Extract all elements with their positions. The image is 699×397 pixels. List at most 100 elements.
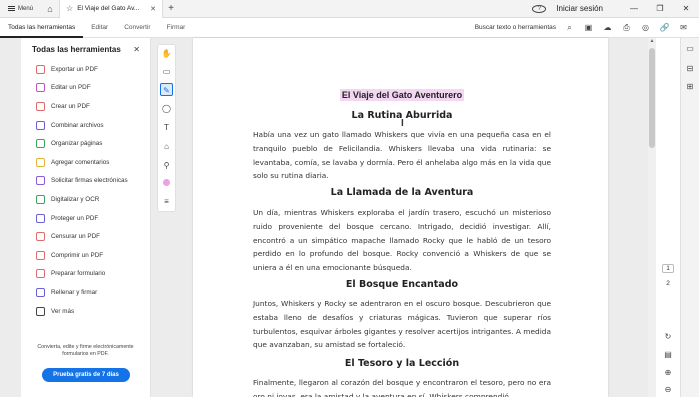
tool-label: Rellenar y firmar <box>51 288 98 296</box>
email-icon[interactable]: ✉ <box>674 23 693 32</box>
thumbnails-icon[interactable]: ⊞ <box>685 82 695 92</box>
tool-item[interactable]: Preparar formulario <box>21 265 150 284</box>
tool-icon <box>36 306 45 316</box>
hand-icon[interactable]: ✋ <box>160 47 173 60</box>
minimize-icon[interactable]: — <box>621 4 647 13</box>
color-picker-icon[interactable] <box>160 177 173 190</box>
search-icon[interactable]: ⌕ <box>560 23 579 33</box>
section-heading: El Bosque Encantado <box>345 279 459 290</box>
hamburger-icon <box>8 6 15 11</box>
tool-label: Censurar un PDF <box>51 233 100 241</box>
page-number-current[interactable]: 1 <box>662 264 674 273</box>
tab-firmar[interactable]: Firmar <box>159 18 194 38</box>
rotate-icon[interactable]: ↻ <box>663 332 673 342</box>
tool-item[interactable]: Ver más <box>21 302 150 321</box>
signin-link[interactable]: Iniciar sesión <box>556 4 603 13</box>
zoom-in-icon[interactable]: ⊕ <box>663 368 673 378</box>
vertical-scrollbar[interactable] <box>648 38 656 397</box>
tool-item[interactable]: Rellenar y firmar <box>21 283 150 302</box>
tool-icon <box>36 83 45 93</box>
home-icon[interactable]: ⌂ <box>41 0 59 18</box>
tool-icon <box>36 269 45 279</box>
scroll-up-icon[interactable]: ▲ <box>648 38 656 45</box>
tool-label: Comprimir un PDF <box>51 251 104 259</box>
tool-icon <box>36 194 45 204</box>
tool-item[interactable]: Editar un PDF <box>21 79 150 98</box>
tool-label: Digitalizar y OCR <box>51 195 100 203</box>
pin-icon[interactable]: ⚲ <box>160 159 173 172</box>
stamp-icon[interactable]: ⌂ <box>160 140 173 153</box>
tool-label: Organizar páginas <box>51 140 103 148</box>
tool-item[interactable]: Exportar un PDF <box>21 60 150 79</box>
section-paragraph: Un día, mientras Whiskers exploraba el j… <box>253 208 551 273</box>
panel-title: Todas las herramientas <box>32 45 121 54</box>
tool-icon <box>36 64 45 74</box>
close-tab-icon[interactable]: ✕ <box>150 5 156 13</box>
tool-item[interactable]: Proteger un PDF <box>21 209 150 228</box>
tool-item[interactable]: Digitalizar y OCR <box>21 190 150 209</box>
tool-icon <box>36 139 45 149</box>
tool-label: Agregar comentarios <box>51 158 110 166</box>
section-heading: La Llamada de la Aventura <box>330 187 474 198</box>
help-icon[interactable]: ? <box>532 4 547 13</box>
close-panel-icon[interactable]: ✕ <box>133 45 140 54</box>
comments-panel-icon[interactable]: ▭ <box>685 44 695 54</box>
tool-label: Combinar archivos <box>51 121 104 129</box>
tool-icon <box>36 213 45 223</box>
tool-item[interactable]: Solicitar firmas electrónicas <box>21 172 150 191</box>
tool-label: Preparar formulario <box>51 270 106 278</box>
section-heading: El Tesoro y la Lección <box>344 358 460 369</box>
right-rail: 1 2 ↻ ▤ ⊕ ⊖ <box>656 38 680 397</box>
tool-icon <box>36 232 45 242</box>
section-paragraph: Finalmente, llegaron al corazón del bosq… <box>253 378 551 397</box>
tool-label: Crear un PDF <box>51 102 90 110</box>
upload-icon[interactable]: ☁ <box>598 23 617 32</box>
tab-title: El Viaje del Gato Av... <box>77 5 140 12</box>
print-icon[interactable]: ⎙ <box>617 23 636 33</box>
scrollbar-thumb[interactable] <box>649 48 655 148</box>
toolbar: Todas las herramientas Editar Convertir … <box>0 18 699 38</box>
tool-item[interactable]: Comprimir un PDF <box>21 246 150 265</box>
menu-button[interactable]: Menú <box>0 0 41 18</box>
tab-convertir[interactable]: Convertir <box>116 18 158 38</box>
search-tools-label[interactable]: Buscar texto o herramientas <box>475 24 556 31</box>
tool-item[interactable]: Censurar un PDF <box>21 227 150 246</box>
link-icon[interactable]: 🔗 <box>655 23 674 32</box>
tool-label: Editar un PDF <box>51 84 91 92</box>
menu-label: Menú <box>18 5 34 12</box>
tab-editar[interactable]: Editar <box>83 18 116 38</box>
panel-footer-text: Convierta, edite y firme electrónicament… <box>37 344 134 357</box>
ai-assistant-icon[interactable]: ◎ <box>636 23 655 32</box>
line-weight-icon[interactable]: ≡ <box>160 195 173 208</box>
document-tab[interactable]: ☆ El Viaje del Gato Av... ✕ <box>59 0 164 18</box>
page-number-next[interactable]: 2 <box>662 280 674 287</box>
tool-icon <box>36 287 45 297</box>
tool-item[interactable]: Crear un PDF <box>21 97 150 116</box>
free-trial-button[interactable]: Prueba gratis de 7 días <box>42 368 130 382</box>
tool-label: Proteger un PDF <box>51 214 99 222</box>
tab-todas-herramientas[interactable]: Todas las herramientas <box>0 18 84 38</box>
new-tab-icon[interactable]: + <box>163 3 179 14</box>
section-paragraph: Juntos, Whiskers y Rocky se adentraron e… <box>253 299 551 350</box>
comment-icon[interactable]: ▭ <box>160 65 173 78</box>
star-icon[interactable]: ☆ <box>66 4 73 13</box>
tool-icon <box>36 101 45 111</box>
title-bar: Menú ⌂ ☆ El Viaje del Gato Av... ✕ + ? I… <box>0 0 699 18</box>
lasso-icon[interactable]: ◯ <box>160 102 173 115</box>
tool-item[interactable]: Organizar páginas <box>21 134 150 153</box>
section-paragraph: Había una vez un gato llamado Whiskers q… <box>253 130 551 181</box>
tool-item[interactable]: Combinar archivos <box>21 116 150 135</box>
annotation-toolbar: ✋ ▭ ✎ ◯ T ⌂ ⚲ ≡ <box>157 44 176 212</box>
close-window-icon[interactable]: ✕ <box>673 4 699 13</box>
document-page: El Viaje del Gato Aventurero La Rutina A… <box>193 38 608 397</box>
text-box-icon[interactable]: T <box>160 121 173 134</box>
save-icon[interactable]: ▣ <box>579 23 598 32</box>
pen-icon[interactable]: ✎ <box>160 83 173 96</box>
extract-page-icon[interactable]: ▤ <box>663 350 673 360</box>
tools-panel: Todas las herramientas ✕ Exportar un PDF… <box>21 38 151 397</box>
maximize-icon[interactable]: ❐ <box>647 4 673 13</box>
tool-icon <box>36 157 45 167</box>
bookmark-icon[interactable]: ⊟ <box>685 64 695 74</box>
tool-item[interactable]: Agregar comentarios <box>21 153 150 172</box>
zoom-out-icon[interactable]: ⊖ <box>663 385 673 395</box>
